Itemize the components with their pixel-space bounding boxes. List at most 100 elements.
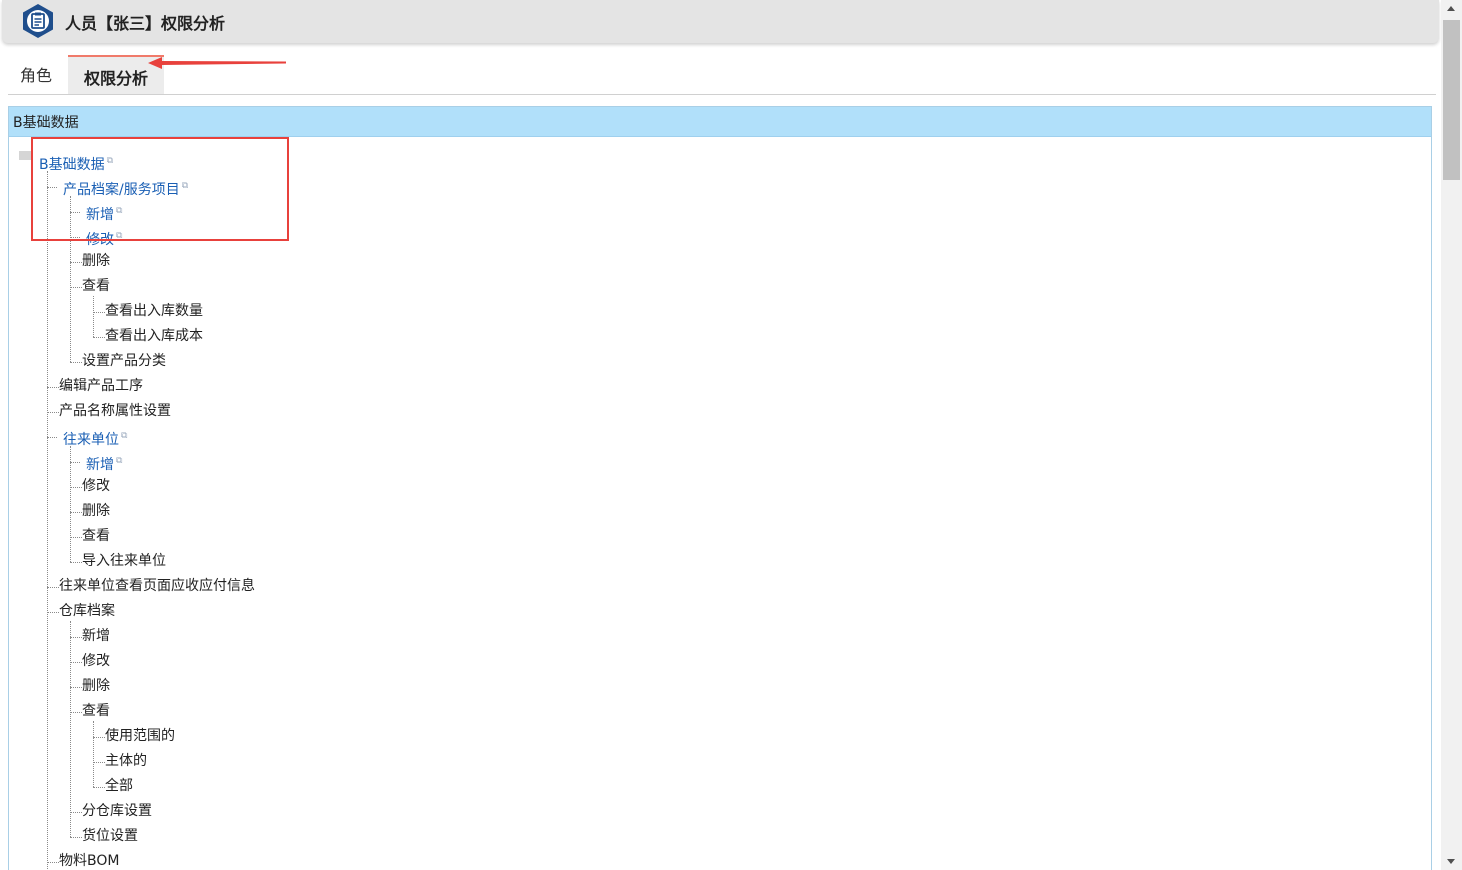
tree-node[interactable]: 新增 ⧉ — [86, 202, 122, 224]
tree-node-label: 查看 — [82, 703, 110, 719]
tree-node-label[interactable]: 新增 — [86, 207, 114, 223]
tree-node: 查看出入库数量 — [105, 302, 203, 320]
tree-node-label: 往来单位查看页面应收应付信息 — [59, 578, 255, 594]
vertical-scrollbar[interactable] — [1441, 0, 1462, 870]
tree-node-label[interactable]: 新增 — [86, 457, 114, 473]
external-link-icon[interactable]: ⧉ — [116, 227, 122, 245]
tree-connector — [47, 387, 59, 388]
tree-connector — [70, 812, 82, 813]
tree-node: 编辑产品工序 — [59, 377, 143, 395]
page-title: 人员【张三】权限分析 — [65, 14, 226, 33]
tree-connector — [70, 662, 82, 663]
tree-node: 查看 — [82, 527, 110, 545]
tree-connector — [93, 312, 105, 313]
scroll-down-icon[interactable] — [1441, 852, 1462, 870]
external-link-icon[interactable]: ⧉ — [182, 177, 188, 195]
tree-node: 仓库档案 — [59, 602, 115, 620]
tree-node-label[interactable]: B基础数据 — [39, 157, 105, 173]
tree-node: 往来单位查看页面应收应付信息 — [59, 577, 255, 595]
tree-connector — [70, 637, 82, 638]
tree-node: 物料BOM — [59, 852, 119, 870]
tree-connector — [70, 621, 71, 837]
tree-node: 修改 — [82, 477, 110, 495]
scrollbar-thumb[interactable] — [1443, 20, 1460, 180]
annotation-arrow — [148, 57, 286, 69]
tree-connector — [70, 212, 80, 213]
tree-node-label: 修改 — [82, 653, 110, 669]
tree-node-label: 设置产品分类 — [82, 353, 166, 369]
tree-node: 删除 — [82, 677, 110, 695]
tree-node-label[interactable]: 往来单位 — [63, 432, 119, 448]
tree-node[interactable]: 往来单位 ⧉ — [63, 427, 127, 449]
permission-tree: B基础数据 ⧉ 产品档案/服务项目 ⧉ 新增 ⧉ 修改 ⧉ 删除 查看 查看出入库数量 查看出入库成本… — [9, 137, 1431, 870]
tree-node: 查看 — [82, 702, 110, 720]
title-bar: 人员【张三】权限分析 — [2, 0, 1439, 43]
tree-connector — [70, 537, 82, 538]
tree-node: 删除 — [82, 252, 110, 270]
tree-connector — [70, 287, 82, 288]
tab-roles[interactable]: 角色 — [8, 55, 64, 94]
tree-connector — [70, 262, 82, 263]
external-link-icon[interactable]: ⧉ — [116, 202, 122, 220]
tree-connector — [47, 437, 57, 438]
tree-node[interactable]: B基础数据 ⧉ — [39, 152, 113, 174]
tree-node[interactable]: 新增 ⧉ — [86, 452, 122, 474]
tree-node-label: 货位设置 — [82, 828, 138, 844]
tree-node: 分仓库设置 — [82, 802, 152, 820]
tree-node-label: 查看出入库成本 — [105, 328, 203, 344]
tree-connector — [70, 837, 82, 838]
tree-connector — [70, 562, 82, 563]
tree-node-label[interactable]: 产品档案/服务项目 — [63, 182, 180, 198]
tree-node: 货位设置 — [82, 827, 138, 845]
tree-connector — [47, 587, 59, 588]
tree-node: 全部 — [105, 777, 133, 795]
panel-header: B基础数据 — [9, 107, 1431, 137]
tree-connector — [70, 512, 82, 513]
tree-node-label: 使用范围的 — [105, 728, 175, 744]
tree-node: 查看 — [82, 277, 110, 295]
tree-node-label: 物料BOM — [59, 853, 120, 869]
external-link-icon[interactable]: ⧉ — [116, 452, 122, 470]
tree-node-label: 导入往来单位 — [82, 553, 166, 569]
tree-connector — [70, 446, 71, 562]
tree-connector — [70, 196, 71, 362]
tree-connector — [47, 612, 59, 613]
tree-node-label[interactable]: 修改 — [86, 232, 114, 248]
tree-node[interactable]: 产品档案/服务项目 ⧉ — [63, 177, 188, 199]
tree-connector — [70, 487, 82, 488]
tree-connector — [47, 412, 59, 413]
clipboard-badge-icon — [23, 4, 53, 38]
tree-node-label: 修改 — [82, 478, 110, 494]
tree-connector — [47, 862, 59, 863]
tree-node-label: 删除 — [82, 253, 110, 269]
tree-node: 使用范围的 — [105, 727, 175, 745]
permission-panel: B基础数据 B基础数据 ⧉ 产品档案/服务项目 ⧉ 新增 ⧉ 修改 ⧉ 删除 查看 查看出入库数量查… — [8, 106, 1432, 870]
tree-node-label: 主体的 — [105, 753, 147, 769]
tree-node-label: 查看 — [82, 528, 110, 544]
tree-connector — [93, 721, 94, 787]
external-link-icon[interactable]: ⧉ — [121, 427, 127, 445]
tree-node-label: 编辑产品工序 — [59, 378, 143, 394]
tree-node-label: 产品名称属性设置 — [59, 403, 171, 419]
tree-node: 删除 — [82, 502, 110, 520]
tree-node: 设置产品分类 — [82, 352, 166, 370]
tree-connector — [93, 787, 105, 788]
tree-node: 新增 — [82, 627, 110, 645]
tree-node: 导入往来单位 — [82, 552, 166, 570]
tree-connector — [70, 687, 82, 688]
tree-node[interactable]: 修改 ⧉ — [86, 227, 122, 249]
tree-connector — [93, 296, 94, 337]
tree-node-label: 全部 — [105, 778, 133, 794]
scroll-up-icon[interactable] — [1441, 0, 1462, 18]
tree-node-label: 删除 — [82, 678, 110, 694]
tree-connector — [70, 237, 80, 238]
tree-connector — [47, 171, 48, 870]
tree-node-label: 仓库档案 — [59, 603, 115, 619]
external-link-icon[interactable]: ⧉ — [107, 152, 113, 170]
tree-connector — [70, 462, 80, 463]
tree-connector — [70, 712, 82, 713]
tree-collapse-icon[interactable] — [19, 151, 31, 160]
tree-connector — [93, 762, 105, 763]
tree-node: 修改 — [82, 652, 110, 670]
tree-node: 主体的 — [105, 752, 147, 770]
